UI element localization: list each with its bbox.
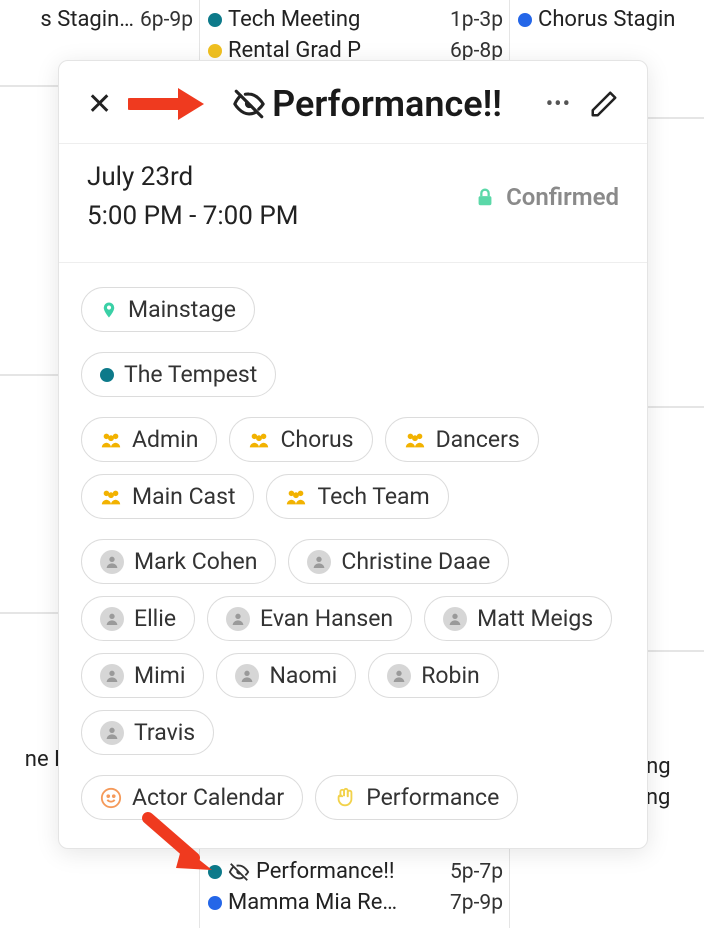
lock-icon — [474, 186, 496, 208]
production-label: The Tempest — [124, 361, 257, 388]
person-chip[interactable]: Matt Meigs — [424, 596, 612, 641]
person-chip[interactable]: Mark Cohen — [81, 539, 276, 584]
person-label: Ellie — [134, 605, 176, 632]
group-icon — [285, 488, 307, 506]
bg-event[interactable]: Mamma Mia Re… 7p-9p — [208, 887, 503, 918]
event-dot — [208, 865, 222, 879]
person-chip[interactable]: Naomi — [216, 653, 356, 698]
location-chip[interactable]: Mainstage — [81, 287, 255, 332]
tag-label: Actor Calendar — [132, 784, 284, 811]
person-chip[interactable]: Mimi — [81, 653, 204, 698]
event-dot — [518, 13, 532, 27]
group-label: Chorus — [280, 426, 353, 453]
user-icon — [100, 664, 124, 688]
production-chip[interactable]: The Tempest — [81, 352, 276, 397]
eye-off-icon — [228, 861, 250, 883]
person-label: Christine Daae — [341, 548, 490, 575]
user-icon — [100, 550, 124, 574]
bg-event[interactable]: s Stagin… 6p-9p — [0, 4, 193, 35]
person-chip[interactable]: Ellie — [81, 596, 195, 641]
wave-icon — [334, 787, 356, 809]
user-icon — [235, 664, 259, 688]
user-icon — [100, 607, 124, 631]
group-icon — [404, 431, 426, 449]
more-options-button[interactable]: ••• — [546, 92, 571, 117]
person-label: Travis — [134, 719, 195, 746]
event-dot — [208, 13, 222, 27]
person-chip[interactable]: Travis — [81, 710, 214, 755]
user-icon — [307, 550, 331, 574]
person-chip[interactable]: Robin — [368, 653, 499, 698]
smile-icon — [100, 787, 122, 809]
group-label: Main Cast — [132, 483, 235, 510]
person-label: Robin — [421, 662, 480, 689]
tag-chip[interactable]: Actor Calendar — [81, 775, 303, 820]
group-icon — [248, 431, 270, 449]
bg-event[interactable]: Chorus Stagin — [518, 4, 704, 35]
bg-event[interactable]: Tech Meeting 1p-3p — [208, 4, 503, 35]
event-detail-popover: ✕ Performance!! ••• July 23rd 5:00 PM - … — [58, 60, 648, 849]
event-time: 5:00 PM - 7:00 PM — [87, 197, 298, 236]
group-label: Admin — [132, 426, 198, 453]
person-label: Evan Hansen — [260, 605, 393, 632]
event-dot — [208, 44, 222, 58]
group-chip[interactable]: Admin — [81, 417, 217, 462]
person-label: Matt Meigs — [477, 605, 593, 632]
person-label: Naomi — [269, 662, 337, 689]
group-icon — [100, 431, 122, 449]
group-label: Tech Team — [317, 483, 429, 510]
bg-event-performance[interactable]: Performance!! 5p-7p — [208, 856, 503, 887]
event-dot — [208, 896, 222, 910]
group-chip[interactable]: Chorus — [229, 417, 372, 462]
pin-icon — [100, 299, 118, 321]
group-chip[interactable]: Dancers — [385, 417, 539, 462]
person-chip[interactable]: Evan Hansen — [207, 596, 412, 641]
group-label: Dancers — [436, 426, 520, 453]
event-dot — [100, 368, 114, 382]
event-title: Performance!! — [272, 83, 546, 125]
person-label: Mimi — [134, 662, 185, 689]
group-chip[interactable]: Tech Team — [266, 474, 448, 519]
person-label: Mark Cohen — [134, 548, 257, 575]
group-icon — [100, 488, 122, 506]
tag-chip[interactable]: Performance — [315, 775, 518, 820]
user-icon — [443, 607, 467, 631]
tag-label: Performance — [366, 784, 499, 811]
location-label: Mainstage — [128, 296, 236, 323]
user-icon — [100, 721, 124, 745]
event-date: July 23rd — [87, 158, 298, 197]
group-chip[interactable]: Main Cast — [81, 474, 254, 519]
status-badge: Confirmed — [474, 183, 619, 211]
edit-button[interactable] — [589, 89, 619, 119]
user-icon — [387, 664, 411, 688]
person-chip[interactable]: Christine Daae — [288, 539, 509, 584]
user-icon — [226, 607, 250, 631]
close-button[interactable]: ✕ — [87, 87, 112, 122]
eye-off-icon — [232, 87, 266, 121]
